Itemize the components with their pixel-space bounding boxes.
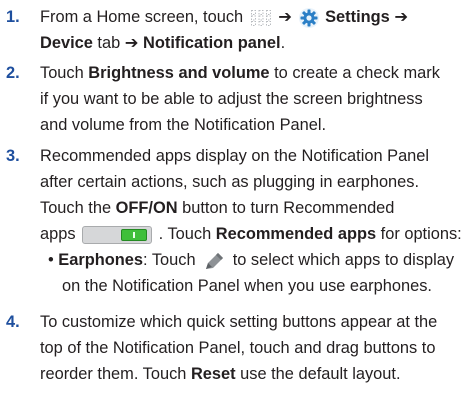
step-2-line-3: and volume from the Notification Panel. — [40, 112, 475, 138]
step-number: 4. — [6, 313, 20, 331]
text: Touch — [40, 64, 89, 82]
step-1-line-1: From a Home screen, touch ➔ Settings ➔ — [40, 4, 475, 30]
text: if you want to be able to adjust the scr… — [40, 90, 423, 108]
step-3-line-2: after certain actions, such as plugging … — [40, 169, 475, 195]
bullet: • — [48, 251, 59, 269]
text: button to turn Recommended — [177, 199, 395, 217]
text: . — [280, 34, 286, 52]
step-1-line-2: Device tab ➔ Notification panel. — [40, 30, 475, 56]
text: : Touch — [143, 251, 201, 269]
instructions-document: 1. From a Home screen, touch ➔ Settings … — [0, 0, 475, 417]
step-4: 4. To customize which quick setting butt… — [6, 309, 475, 387]
step-3-line-3: Touch the OFF/ON button to turn Recommen… — [40, 195, 475, 221]
text: for options: — [376, 225, 462, 243]
on-off-toggle-icon — [82, 225, 153, 244]
step-2-line-1: Touch Brightness and volume to create a … — [40, 60, 475, 86]
text: and volume from the Notification Panel. — [40, 116, 327, 134]
step-4-line-3: reorder them. Touch Reset use the defaul… — [40, 361, 475, 387]
text: on the Notification Panel when you use e… — [62, 277, 432, 295]
apps-grid-icon — [250, 9, 272, 27]
notification-panel-label: ➔ Notification panel — [124, 34, 281, 52]
text: to select which apps to display — [232, 251, 455, 269]
earphones-bullet: • Earphones: Touch to select which apps … — [48, 247, 475, 273]
text: to create a check mark — [269, 64, 440, 82]
gear-icon — [298, 7, 320, 29]
reset-label: Reset — [190, 365, 236, 383]
arrow: ➔ — [278, 8, 292, 26]
text: tab — [92, 34, 125, 52]
text: use the default layout. — [235, 365, 401, 383]
step-number: 3. — [6, 147, 20, 165]
device-tab-label: Device — [40, 34, 93, 52]
step-3: 3. Recommended apps display on the Notif… — [6, 143, 475, 299]
text: after certain actions, such as plugging … — [40, 173, 420, 191]
text: apps — [40, 225, 81, 243]
settings-path-label: Settings ➔ — [325, 8, 409, 26]
text: To customize which quick setting buttons… — [40, 313, 438, 331]
text: reorder them. Touch — [40, 365, 191, 383]
step-1: 1. From a Home screen, touch ➔ Settings … — [6, 4, 475, 56]
step-number: 1. — [6, 8, 20, 26]
text: top of the Notification Panel, touch and… — [40, 339, 436, 357]
step-2-line-2: if you want to be able to adjust the scr… — [40, 86, 475, 112]
earphones-label: Earphones — [58, 251, 144, 269]
brightness-and-volume-label: Brightness and volume — [88, 64, 270, 82]
recommended-apps-label: Recommended apps — [215, 225, 377, 243]
step-2: 2. Touch Brightness and volume to create… — [6, 60, 475, 138]
step-number: 2. — [6, 64, 20, 82]
off-on-label: OFF/ON — [115, 199, 178, 217]
text: Touch the — [40, 199, 116, 217]
text: Recommended apps display on the Notifica… — [40, 147, 430, 165]
step-4-line-2: top of the Notification Panel, touch and… — [40, 335, 475, 361]
text: From a Home screen, touch — [40, 8, 248, 26]
step-3-line-1: Recommended apps display on the Notifica… — [40, 143, 475, 169]
toggle-knob — [121, 228, 148, 241]
text: . Touch — [158, 225, 216, 243]
earphones-bullet-line-2: on the Notification Panel when you use e… — [62, 273, 475, 299]
step-4-line-1: To customize which quick setting buttons… — [40, 309, 475, 335]
step-3-line-4: apps . Touch Recommended apps for option… — [40, 221, 475, 247]
pencil-icon — [202, 250, 226, 272]
